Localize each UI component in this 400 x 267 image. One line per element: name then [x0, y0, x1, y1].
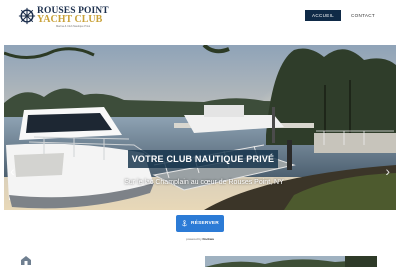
main-nav: ACCUEIL CONTACT [305, 10, 382, 21]
nav-accueil[interactable]: ACCUEIL [305, 10, 342, 21]
reserve-label: RÉSERVER [191, 221, 219, 226]
hero-title: VOTRE CLUB NAUTIQUE PRIVÉ [128, 150, 278, 168]
slider-next-icon[interactable]: › [385, 163, 390, 179]
hero-subtitle: Sur le lac Champlain au cœur de Rouses P… [124, 179, 284, 186]
logo-line2: YACHT CLUB [37, 14, 103, 25]
powered-by: powered by Dockwa [176, 237, 224, 241]
bottom-photo [205, 256, 377, 267]
slider-prev-icon[interactable]: ‹ [10, 163, 15, 179]
reserve-button[interactable]: RÉSERVER [176, 215, 224, 232]
anchor-icon [181, 220, 188, 227]
powered-prefix: powered by [186, 237, 202, 241]
ship-wheel-icon [18, 7, 36, 25]
logo-tagline: Marina & Club Nautique Privé [56, 25, 91, 28]
site-logo[interactable]: ROUSES POINT YACHT CLUB Marina & Club Na… [18, 6, 109, 28]
nav-contact[interactable]: CONTACT [344, 10, 382, 21]
powered-brand: Dockwa [202, 237, 214, 241]
house-icon [21, 256, 31, 265]
hero-slider: VOTRE CLUB NAUTIQUE PRIVÉ Sur le lac Cha… [4, 45, 396, 210]
